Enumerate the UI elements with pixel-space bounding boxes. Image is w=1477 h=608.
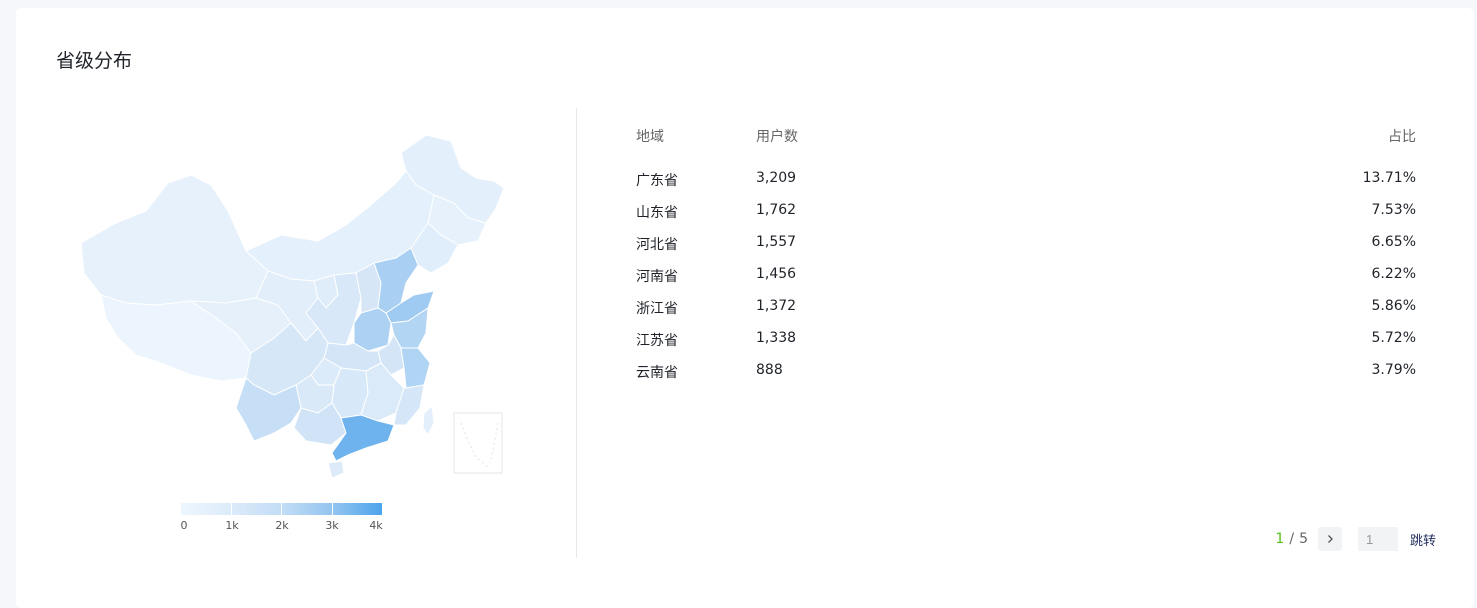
province-distribution-card: 省级分布 0 1k 2k 3k 4k 地域 用户数 占比 广东省 3,209 1… [16, 8, 1474, 608]
legend-tick: 2k [275, 519, 289, 532]
map-region-xinjiang[interactable] [80, 174, 269, 306]
header-region: 地域 [636, 129, 664, 145]
cell-region: 浙江省 [636, 301, 678, 317]
table-row: 江苏省 1,338 5.72% [636, 330, 1416, 362]
legend-ticks: 0 1k 2k 3k 4k [181, 519, 383, 537]
cell-users: 1,338 [756, 330, 797, 346]
pagination: 1 / 5 跳转 [1275, 527, 1436, 551]
legend-tick: 4k [369, 519, 383, 532]
cell-users: 1,762 [756, 202, 797, 218]
total-pages: 5 [1299, 531, 1308, 547]
map-region-henan[interactable] [353, 307, 392, 352]
map-region-hainan[interactable] [327, 460, 345, 479]
table-row: 浙江省 1,372 5.86% [636, 298, 1416, 330]
cell-share: 6.65% [1371, 234, 1416, 250]
map-region-taiwan[interactable] [422, 404, 435, 436]
color-legend: 0 1k 2k 3k 4k [181, 503, 383, 537]
legend-tick: 0 [180, 519, 188, 532]
table-row: 广东省 3,209 13.71% [636, 170, 1416, 202]
cell-share: 7.53% [1371, 202, 1416, 218]
cell-region: 江苏省 [636, 333, 678, 349]
legend-segment [332, 503, 382, 515]
legend-tick: 1k [225, 519, 239, 532]
table-row: 云南省 888 3.79% [636, 362, 1416, 394]
cell-share: 13.71% [1362, 170, 1416, 186]
card-title: 省级分布 [56, 50, 133, 72]
cell-share: 5.86% [1371, 298, 1416, 314]
table-row: 山东省 1,762 7.53% [636, 202, 1416, 234]
cell-share: 5.72% [1371, 330, 1416, 346]
legend-segment [282, 503, 332, 515]
map-region-zhejiang[interactable] [400, 347, 431, 389]
cell-region: 河南省 [636, 269, 678, 285]
cell-share: 3.79% [1371, 362, 1416, 378]
table-header: 地域 用户数 占比 [636, 126, 1416, 170]
page-separator: / [1289, 531, 1295, 547]
cell-users: 1,372 [756, 298, 797, 314]
cell-region: 山东省 [636, 205, 678, 221]
jump-page-input[interactable] [1357, 527, 1398, 551]
cell-users: 888 [756, 362, 783, 378]
cell-users: 3,209 [756, 170, 797, 186]
legend-segment [231, 503, 281, 515]
cell-users: 1,557 [756, 234, 797, 250]
current-page: 1 [1275, 531, 1285, 547]
legend-gradient-bar [181, 503, 382, 515]
next-page-button[interactable] [1317, 527, 1342, 551]
chevron-right-icon [1328, 535, 1333, 543]
china-map-svg [80, 134, 505, 479]
province-table: 地域 用户数 占比 广东省 3,209 13.71% 山东省 1,762 7.5… [636, 126, 1416, 394]
header-share: 占比 [1388, 129, 1416, 145]
china-map [56, 123, 506, 483]
cell-region: 云南省 [636, 365, 678, 381]
cell-share: 6.22% [1371, 266, 1416, 282]
south-china-sea-islands [460, 422, 499, 468]
vertical-divider [576, 108, 577, 558]
legend-tick: 3k [325, 519, 339, 532]
cell-region: 河北省 [636, 237, 678, 253]
header-users: 用户数 [756, 129, 798, 145]
cell-region: 广东省 [636, 173, 678, 189]
legend-segment [181, 503, 231, 515]
table-row: 河南省 1,456 6.22% [636, 266, 1416, 298]
jump-button[interactable]: 跳转 [1410, 530, 1436, 549]
cell-users: 1,456 [756, 266, 797, 282]
table-row: 河北省 1,557 6.65% [636, 234, 1416, 266]
